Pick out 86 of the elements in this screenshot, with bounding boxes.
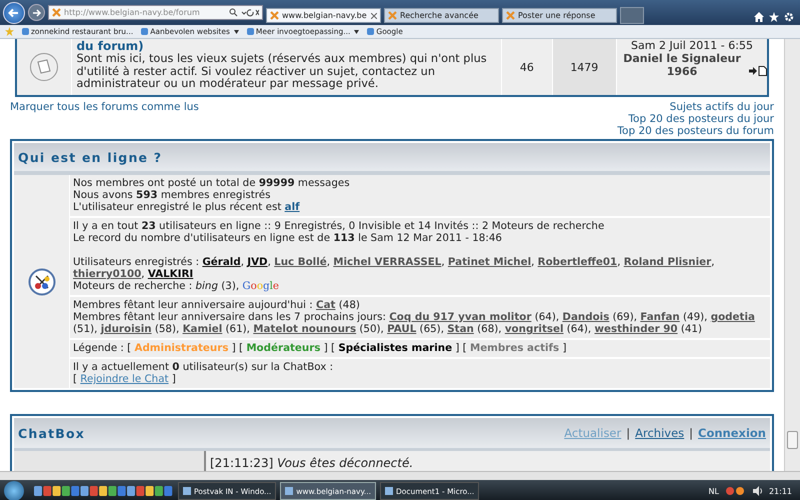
site-icon [52, 8, 61, 17]
address-bar[interactable]: http://www.belgian-navy.be/forum [48, 5, 263, 20]
forward-arrow-icon [32, 8, 42, 18]
forum-icon [29, 52, 60, 82]
user-link[interactable]: godetia [710, 311, 755, 323]
info-line: [ Rejoindre le Chat ] [73, 373, 177, 385]
info-line: Membres fêtant leur anniversaire aujourd'hui : Cat (48) [73, 299, 361, 311]
stats-link[interactable]: Top 20 des posteurs du forum [617, 125, 774, 137]
user-link[interactable]: Stan [447, 323, 474, 335]
mark-read-link[interactable]: Marquer tous les forums comme lus [10, 101, 199, 113]
info-line: Légende : [ Administrateurs ] [ Modérateurs ] [ Spécialistes marine ] [ Membres actifs ] [73, 342, 568, 354]
separator: | [689, 426, 694, 440]
info-line: Moteurs de recherche : bing (3), Google [73, 280, 280, 292]
vertical-scrollbar[interactable] [784, 39, 800, 471]
settings-icon[interactable] [784, 12, 794, 22]
forward-button[interactable] [28, 4, 45, 21]
favorites-star-icon[interactable] [5, 27, 14, 36]
user-link[interactable]: PAUL [387, 323, 416, 335]
user-link[interactable]: Robertleffe01 [538, 256, 618, 268]
browser-tab[interactable]: Recherche avancée [384, 8, 499, 23]
tray-icons[interactable] [724, 486, 747, 496]
info-line: Membres fêtant leur anniversaire dans les 7 prochains jours: Coq du 917 yvan molitor (64), Dandois (69), Fanfan (49), godetia (51), jduroisin (58), Kamiel (61), Matelot nounours (50), PAUL (65), Stan (68), vongritsel (64), westhinder 90 (41) [73, 311, 756, 335]
language-indicator[interactable]: NL [708, 486, 719, 496]
info-line: L'utilisateur enregistré le plus récent est alf [73, 201, 301, 213]
user-link[interactable]: westhinder 90 [594, 323, 678, 335]
legend-role: Membres actifs [470, 342, 560, 354]
quick-launch-icons[interactable] [34, 485, 174, 497]
user-link[interactable]: Cat [316, 299, 336, 311]
chat-action-link[interactable]: Archives [635, 426, 684, 440]
last-post-author-link[interactable]: Daniel le Signaleur 1966 [617, 52, 747, 78]
site-icon [270, 11, 279, 20]
back-button[interactable] [3, 2, 25, 24]
browser-tab[interactable]: Poster une réponse [502, 8, 617, 23]
info-line: Utilisateurs enregistrés : Gérald, JVD, Luc Bollé, Michel VERRASSEL, Patinet Michel, Robertleffe01, Roland Plisnier, thierry0100, VALKIRI [73, 256, 716, 280]
info-line: Il y a actuellement 0 utilisateur(s) sur la ChatBox : [73, 361, 334, 373]
user-link[interactable]: Kamiel [182, 323, 222, 335]
start-button[interactable] [4, 481, 24, 500]
user-link[interactable]: Matelot nounours [253, 323, 356, 335]
go-to-post-icon[interactable] [749, 66, 767, 76]
star-icon[interactable] [769, 12, 779, 22]
join-chat-link[interactable]: Rejoindre le Chat [80, 373, 169, 385]
user-link[interactable]: jduroisin [100, 323, 152, 335]
user-link[interactable]: VALKIRI [148, 268, 194, 280]
stats-link[interactable]: Top 20 des posteurs du jour [628, 113, 774, 125]
user-link[interactable]: Roland Plisnier [624, 256, 712, 268]
post-count: 1479 [552, 39, 617, 95]
site-icon [388, 11, 397, 20]
home-icon[interactable] [754, 12, 764, 22]
info-line: Nos membres ont posté un total de 99999 messages [73, 177, 351, 189]
search-engine-name: Google [242, 280, 280, 292]
close-icon[interactable] [371, 12, 377, 18]
user-link[interactable]: Luc Bollé [274, 256, 327, 268]
info-line: Le record du nombre d'utilisateurs en ligne est de 113 le Sam 12 Mar 2011 - 18:46 [73, 232, 503, 244]
stats-link[interactable]: Sujets actifs du jour [670, 101, 774, 113]
caret-icon [354, 30, 360, 34]
info-line: Nous avons 593 membres enregistrés [73, 189, 272, 201]
site-icon [506, 11, 515, 20]
user-link[interactable]: Dandois [562, 311, 610, 323]
online-users-icon [28, 268, 56, 296]
legend-role: Administrateurs [134, 342, 228, 354]
browser-tab[interactable]: www.belgian-navy.be [266, 8, 381, 23]
caret-icon [234, 30, 239, 34]
legend-role: Modérateurs [246, 342, 320, 354]
forum-title-link[interactable]: du forum) [76, 39, 498, 53]
panel-title: ChatBox [18, 426, 86, 440]
user-link[interactable]: Patinet Michel [448, 256, 532, 268]
legend-role: Spécialistes marine [338, 342, 452, 354]
speaker-icon[interactable] [752, 486, 763, 496]
panel-title: Qui est en ligne ? [18, 150, 162, 164]
user-link[interactable]: vongritsel [504, 323, 564, 335]
user-link[interactable]: Coq du 917 yvan molitor [389, 311, 532, 323]
user-link[interactable]: thierry0100 [73, 268, 142, 280]
user-link[interactable]: JVD [247, 256, 268, 268]
forum-description: Sont mis ici, tous les vieux sujets (réservés aux membres) qui n'ont plus d'utilité à rester actif. Si voulez réactiver un sujet, contactez un administrateur ou un modérateur par message privé. [76, 53, 488, 90]
last-post-date: Sam 2 Juil 2011 - 6:55 [631, 39, 753, 52]
clock[interactable]: 21:11 [768, 486, 792, 496]
message-time: [21:11:23] [210, 456, 274, 470]
separator: | [626, 426, 630, 440]
user-link[interactable]: alf [284, 201, 300, 213]
message-text: Vous êtes déconnecté. [277, 456, 414, 470]
user-link[interactable]: Fanfan [640, 311, 680, 323]
info-line: Il y a en tout 23 utilisateurs en ligne :: 9 Enregistrés, 0 Invisible et 14 Invités :: 2 Moteurs de recherche [73, 220, 606, 232]
horizontal-scrollbar[interactable] [0, 471, 800, 480]
search-icon[interactable] [229, 8, 259, 17]
user-link[interactable]: Gérald [202, 256, 241, 268]
user-link[interactable]: Michel VERRASSEL [333, 256, 442, 268]
